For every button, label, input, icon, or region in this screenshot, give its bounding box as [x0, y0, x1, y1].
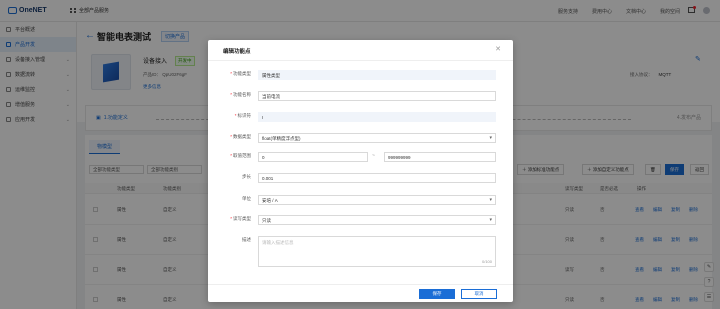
chevron-down-icon: ▾	[489, 135, 492, 141]
identifier-label: *标识符	[234, 113, 251, 118]
row-description: 描述 请输入描述信息 0/100	[208, 236, 513, 267]
chevron-down-icon: ▾	[489, 197, 492, 203]
function-name-input[interactable]: 当前电流	[258, 91, 496, 101]
dialog-cancel-button[interactable]: 取消	[461, 289, 497, 299]
row-identifier: *标识符 I	[208, 112, 513, 122]
description-textarea[interactable]: 请输入描述信息 0/100	[258, 236, 496, 267]
close-icon[interactable]: ✕	[495, 45, 501, 53]
row-rw-type: *读写类型 只读 ▾	[208, 215, 513, 225]
row-unit: 单位 安培 / A ▾	[208, 195, 513, 205]
dialog-title: 编辑功能点	[223, 49, 251, 55]
row-function-name: *功能名称 当前电流	[208, 91, 513, 101]
edit-function-dialog: 编辑功能点 ✕ *功能类型 属性类型 *功能名称 当前电流 *标识符 I *数据…	[208, 40, 513, 302]
rw-type-label: *读写类型	[230, 216, 251, 221]
data-type-select[interactable]: float(单精度浮点型) ▾	[258, 133, 496, 143]
range-separator: ~	[372, 153, 375, 159]
row-data-type: *数据类型 float(单精度浮点型) ▾	[208, 133, 513, 143]
range-max-input[interactable]: 999999999	[384, 152, 496, 162]
function-type-field: 属性类型	[258, 70, 496, 80]
row-function-type: *功能类型 属性类型	[208, 70, 513, 80]
divider	[208, 60, 513, 61]
dialog-footer: 保存 取消	[208, 284, 513, 302]
step-input[interactable]: 0.001	[258, 173, 496, 183]
chevron-down-icon: ▾	[489, 217, 492, 223]
unit-select[interactable]: 安培 / A ▾	[258, 195, 496, 205]
row-value-range: *取值范围 0 ~ 999999999	[208, 152, 513, 162]
value-range-label: *取值范围	[230, 153, 251, 158]
unit-label: 单位	[242, 196, 251, 201]
description-label: 描述	[242, 237, 251, 242]
rw-type-select[interactable]: 只读 ▾	[258, 215, 496, 225]
identifier-field: I	[258, 112, 496, 122]
row-step: 步长 0.001	[208, 173, 513, 183]
char-counter: 0/100	[481, 259, 492, 264]
description-placeholder: 请输入描述信息	[262, 240, 294, 245]
dialog-save-button[interactable]: 保存	[419, 289, 455, 299]
function-type-label: *功能类型	[230, 71, 251, 76]
step-label: 步长	[242, 174, 251, 179]
range-min-input[interactable]: 0	[258, 152, 368, 162]
data-type-label: *数据类型	[230, 134, 251, 139]
function-name-label: *功能名称	[230, 92, 251, 97]
